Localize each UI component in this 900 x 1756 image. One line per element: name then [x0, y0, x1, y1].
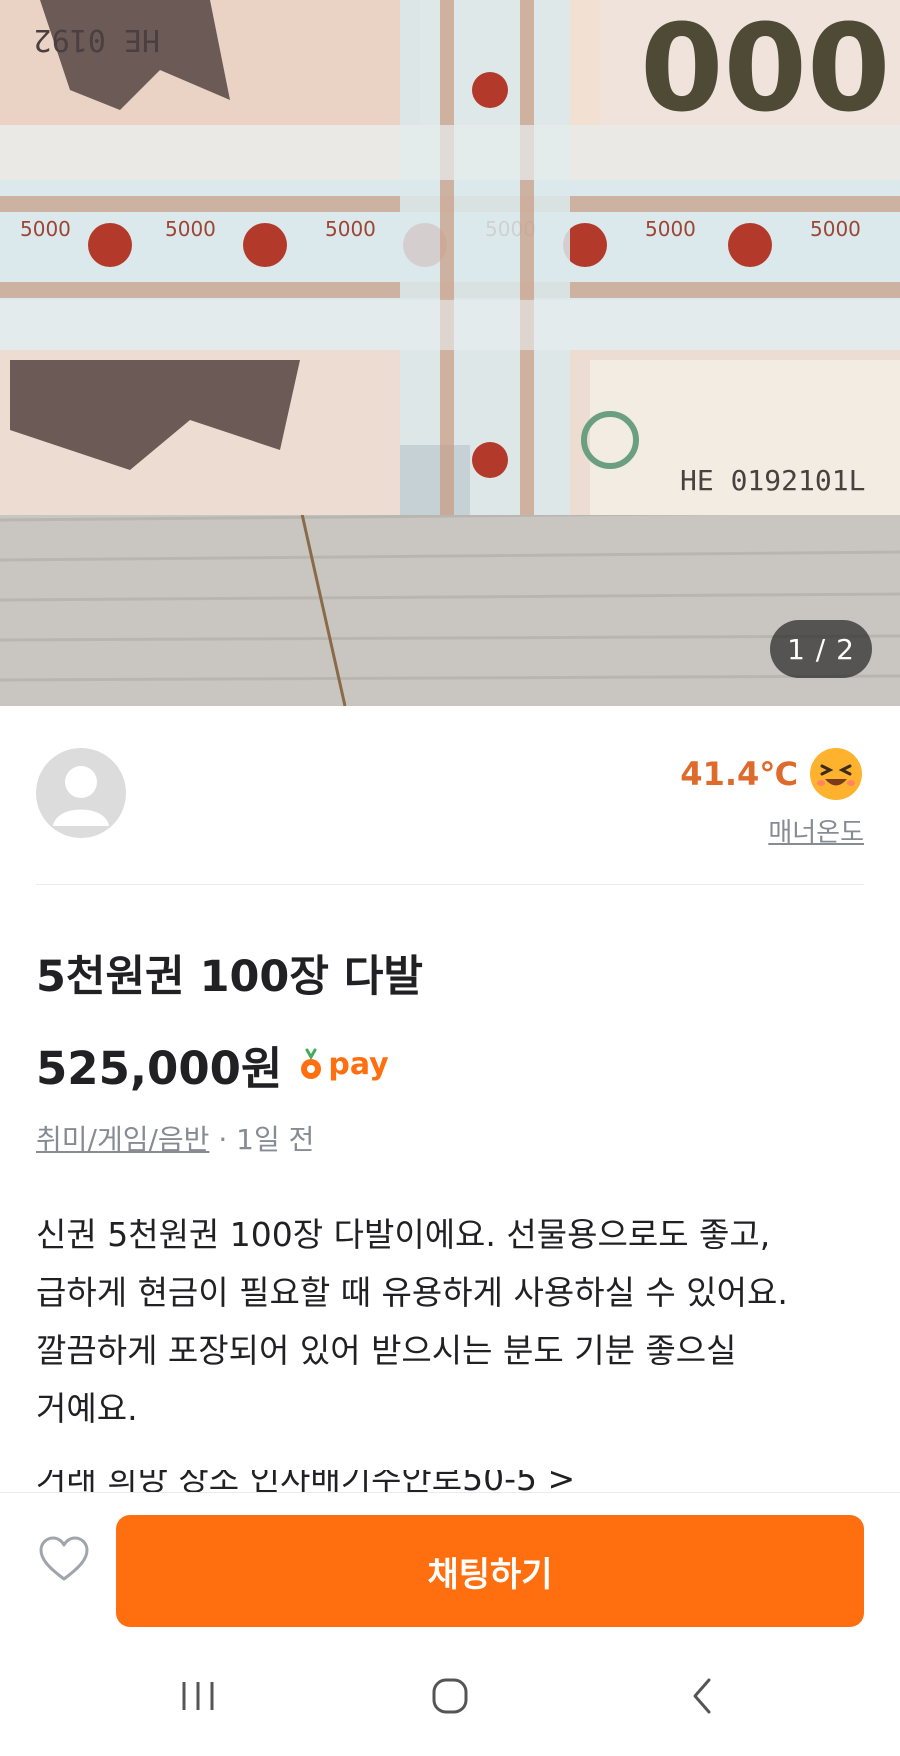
description-line: 거예요. [36, 1389, 138, 1428]
default-avatar-icon[interactable] [36, 748, 126, 838]
posted-time: · 1일 전 [209, 1123, 315, 1156]
image-counter: 1 / 2 [770, 620, 872, 678]
back-icon[interactable] [672, 1670, 732, 1722]
product-photo[interactable]: 000 HE 0192 50005000 50005000 50005000 H… [0, 0, 900, 706]
heart-outline-icon[interactable] [38, 1535, 90, 1583]
seller-profile[interactable]: 41.4℃ 매너온도 [0, 706, 900, 884]
svg-text:5000: 5000 [325, 217, 376, 241]
description-line: 깔끔하게 포장되어 있어 받으시는 분도 기분 좋으실 [36, 1331, 737, 1370]
price-row: 525,000원 pay [36, 1032, 389, 1097]
svg-text:000: 000 [640, 0, 891, 139]
svg-text:5000: 5000 [810, 217, 861, 241]
trade-place-text: 거래 희망 장소 인사배기주안로50-5 > [36, 1470, 576, 1492]
listing-description: 신권 5천원권 100장 다발이에요. 선물용으로도 좋고, 급하게 현금이 필… [36, 1206, 876, 1438]
manner-temperature[interactable]: 41.4℃ 매너온도 [680, 746, 864, 849]
listing-meta: 취미/게임/음반 · 1일 전 [36, 1118, 314, 1158]
system-navigation-bar [0, 1640, 900, 1756]
listing-title: 5천원권 100장 다발 [36, 952, 423, 1002]
svg-text:5000: 5000 [165, 217, 216, 241]
recents-icon[interactable] [168, 1670, 228, 1722]
pay-label: pay [328, 1047, 389, 1082]
happy-face-icon [810, 748, 862, 800]
divider [36, 884, 864, 885]
category-link[interactable]: 취미/게임/음반 [36, 1123, 209, 1156]
description-line: 신권 5천원권 100장 다발이에요. 선물용으로도 좋고, [36, 1215, 771, 1254]
svg-text:5000: 5000 [20, 217, 71, 241]
bottom-action-bar: 채팅하기 [0, 1492, 900, 1627]
svg-text:HE 0192101L: HE 0192101L [680, 464, 865, 497]
trade-place-partial[interactable]: 거래 희망 장소 인사배기주안로50-5 > [36, 1470, 864, 1492]
svg-text:5000: 5000 [645, 217, 696, 241]
carrot-icon [301, 1048, 322, 1079]
chat-button[interactable]: 채팅하기 [116, 1515, 864, 1627]
home-icon[interactable] [420, 1670, 480, 1722]
temperature-value: 41.4℃ [680, 755, 798, 793]
manner-temperature-label[interactable]: 매너온도 [680, 812, 864, 849]
description-line: 급하게 현금이 필요할 때 유용하게 사용하실 수 있어요. [36, 1273, 788, 1312]
svg-text:HE 0192: HE 0192 [34, 22, 160, 57]
banknote-photo: 000 HE 0192 50005000 50005000 50005000 H… [0, 0, 900, 706]
listing-price: 525,000원 [36, 1042, 283, 1095]
carrot-pay-badge: pay [298, 1047, 389, 1082]
